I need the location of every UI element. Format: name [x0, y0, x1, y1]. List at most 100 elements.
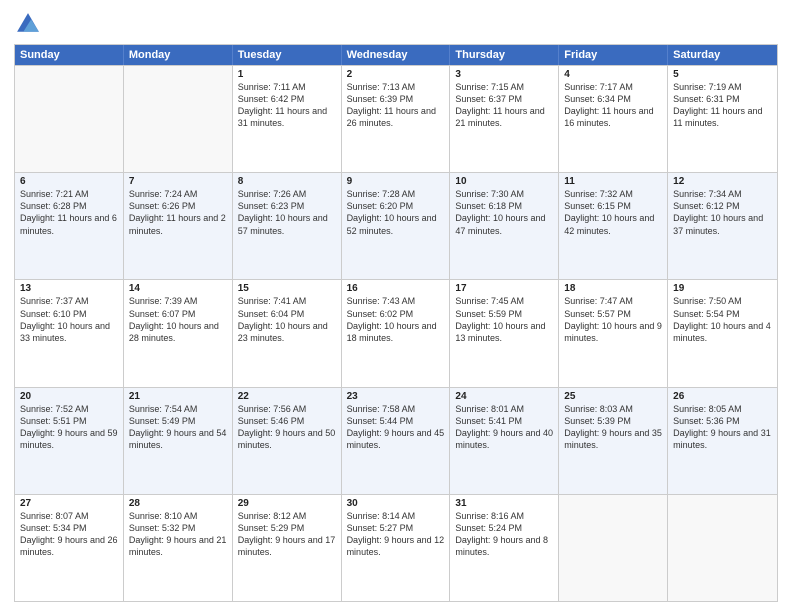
day-number: 26	[673, 391, 772, 402]
day-number: 28	[129, 498, 227, 509]
day-info: Sunrise: 7:58 AMSunset: 5:44 PMDaylight:…	[347, 403, 445, 452]
day-cell-12: 12Sunrise: 7:34 AMSunset: 6:12 PMDayligh…	[668, 173, 777, 279]
header	[14, 10, 778, 38]
day-info: Sunrise: 7:52 AMSunset: 5:51 PMDaylight:…	[20, 403, 118, 452]
day-cell-21: 21Sunrise: 7:54 AMSunset: 5:49 PMDayligh…	[124, 388, 233, 494]
empty-cell	[668, 495, 777, 601]
header-day-tuesday: Tuesday	[233, 45, 342, 65]
day-info: Sunrise: 7:50 AMSunset: 5:54 PMDaylight:…	[673, 295, 772, 344]
calendar-header: SundayMondayTuesdayWednesdayThursdayFrid…	[15, 45, 777, 65]
day-cell-20: 20Sunrise: 7:52 AMSunset: 5:51 PMDayligh…	[15, 388, 124, 494]
day-cell-22: 22Sunrise: 7:56 AMSunset: 5:46 PMDayligh…	[233, 388, 342, 494]
day-cell-29: 29Sunrise: 8:12 AMSunset: 5:29 PMDayligh…	[233, 495, 342, 601]
day-number: 2	[347, 69, 445, 80]
day-info: Sunrise: 8:12 AMSunset: 5:29 PMDaylight:…	[238, 510, 336, 559]
day-number: 13	[20, 283, 118, 294]
day-number: 11	[564, 176, 662, 187]
day-cell-3: 3Sunrise: 7:15 AMSunset: 6:37 PMDaylight…	[450, 66, 559, 172]
day-cell-31: 31Sunrise: 8:16 AMSunset: 5:24 PMDayligh…	[450, 495, 559, 601]
day-info: Sunrise: 7:11 AMSunset: 6:42 PMDaylight:…	[238, 81, 336, 130]
day-number: 6	[20, 176, 118, 187]
day-number: 20	[20, 391, 118, 402]
day-info: Sunrise: 7:47 AMSunset: 5:57 PMDaylight:…	[564, 295, 662, 344]
week-row-4: 20Sunrise: 7:52 AMSunset: 5:51 PMDayligh…	[15, 387, 777, 494]
calendar-body: 1Sunrise: 7:11 AMSunset: 6:42 PMDaylight…	[15, 65, 777, 601]
day-number: 9	[347, 176, 445, 187]
day-info: Sunrise: 7:28 AMSunset: 6:20 PMDaylight:…	[347, 188, 445, 237]
day-number: 5	[673, 69, 772, 80]
week-row-5: 27Sunrise: 8:07 AMSunset: 5:34 PMDayligh…	[15, 494, 777, 601]
day-number: 8	[238, 176, 336, 187]
day-number: 25	[564, 391, 662, 402]
day-info: Sunrise: 7:15 AMSunset: 6:37 PMDaylight:…	[455, 81, 553, 130]
day-cell-27: 27Sunrise: 8:07 AMSunset: 5:34 PMDayligh…	[15, 495, 124, 601]
day-cell-7: 7Sunrise: 7:24 AMSunset: 6:26 PMDaylight…	[124, 173, 233, 279]
day-number: 7	[129, 176, 227, 187]
day-cell-16: 16Sunrise: 7:43 AMSunset: 6:02 PMDayligh…	[342, 280, 451, 386]
day-cell-2: 2Sunrise: 7:13 AMSunset: 6:39 PMDaylight…	[342, 66, 451, 172]
day-info: Sunrise: 7:37 AMSunset: 6:10 PMDaylight:…	[20, 295, 118, 344]
day-number: 17	[455, 283, 553, 294]
header-day-monday: Monday	[124, 45, 233, 65]
empty-cell	[15, 66, 124, 172]
day-cell-30: 30Sunrise: 8:14 AMSunset: 5:27 PMDayligh…	[342, 495, 451, 601]
day-number: 22	[238, 391, 336, 402]
day-number: 31	[455, 498, 553, 509]
day-number: 21	[129, 391, 227, 402]
day-info: Sunrise: 8:16 AMSunset: 5:24 PMDaylight:…	[455, 510, 553, 559]
day-number: 19	[673, 283, 772, 294]
empty-cell	[124, 66, 233, 172]
day-cell-25: 25Sunrise: 8:03 AMSunset: 5:39 PMDayligh…	[559, 388, 668, 494]
day-info: Sunrise: 7:13 AMSunset: 6:39 PMDaylight:…	[347, 81, 445, 130]
day-info: Sunrise: 7:39 AMSunset: 6:07 PMDaylight:…	[129, 295, 227, 344]
header-day-sunday: Sunday	[15, 45, 124, 65]
day-cell-13: 13Sunrise: 7:37 AMSunset: 6:10 PMDayligh…	[15, 280, 124, 386]
day-info: Sunrise: 7:21 AMSunset: 6:28 PMDaylight:…	[20, 188, 118, 237]
week-row-2: 6Sunrise: 7:21 AMSunset: 6:28 PMDaylight…	[15, 172, 777, 279]
header-day-wednesday: Wednesday	[342, 45, 451, 65]
day-info: Sunrise: 8:10 AMSunset: 5:32 PMDaylight:…	[129, 510, 227, 559]
day-number: 10	[455, 176, 553, 187]
day-info: Sunrise: 7:41 AMSunset: 6:04 PMDaylight:…	[238, 295, 336, 344]
day-info: Sunrise: 7:56 AMSunset: 5:46 PMDaylight:…	[238, 403, 336, 452]
day-number: 23	[347, 391, 445, 402]
header-day-friday: Friday	[559, 45, 668, 65]
day-info: Sunrise: 7:43 AMSunset: 6:02 PMDaylight:…	[347, 295, 445, 344]
day-cell-28: 28Sunrise: 8:10 AMSunset: 5:32 PMDayligh…	[124, 495, 233, 601]
day-cell-5: 5Sunrise: 7:19 AMSunset: 6:31 PMDaylight…	[668, 66, 777, 172]
day-cell-6: 6Sunrise: 7:21 AMSunset: 6:28 PMDaylight…	[15, 173, 124, 279]
day-number: 29	[238, 498, 336, 509]
day-info: Sunrise: 8:05 AMSunset: 5:36 PMDaylight:…	[673, 403, 772, 452]
day-cell-14: 14Sunrise: 7:39 AMSunset: 6:07 PMDayligh…	[124, 280, 233, 386]
day-cell-1: 1Sunrise: 7:11 AMSunset: 6:42 PMDaylight…	[233, 66, 342, 172]
day-info: Sunrise: 7:17 AMSunset: 6:34 PMDaylight:…	[564, 81, 662, 130]
day-number: 16	[347, 283, 445, 294]
day-cell-19: 19Sunrise: 7:50 AMSunset: 5:54 PMDayligh…	[668, 280, 777, 386]
day-cell-8: 8Sunrise: 7:26 AMSunset: 6:23 PMDaylight…	[233, 173, 342, 279]
day-cell-26: 26Sunrise: 8:05 AMSunset: 5:36 PMDayligh…	[668, 388, 777, 494]
day-cell-18: 18Sunrise: 7:47 AMSunset: 5:57 PMDayligh…	[559, 280, 668, 386]
day-cell-15: 15Sunrise: 7:41 AMSunset: 6:04 PMDayligh…	[233, 280, 342, 386]
day-cell-11: 11Sunrise: 7:32 AMSunset: 6:15 PMDayligh…	[559, 173, 668, 279]
day-number: 4	[564, 69, 662, 80]
day-cell-10: 10Sunrise: 7:30 AMSunset: 6:18 PMDayligh…	[450, 173, 559, 279]
day-info: Sunrise: 7:54 AMSunset: 5:49 PMDaylight:…	[129, 403, 227, 452]
day-cell-4: 4Sunrise: 7:17 AMSunset: 6:34 PMDaylight…	[559, 66, 668, 172]
day-number: 18	[564, 283, 662, 294]
day-number: 14	[129, 283, 227, 294]
day-cell-23: 23Sunrise: 7:58 AMSunset: 5:44 PMDayligh…	[342, 388, 451, 494]
day-info: Sunrise: 7:45 AMSunset: 5:59 PMDaylight:…	[455, 295, 553, 344]
day-cell-17: 17Sunrise: 7:45 AMSunset: 5:59 PMDayligh…	[450, 280, 559, 386]
day-info: Sunrise: 7:19 AMSunset: 6:31 PMDaylight:…	[673, 81, 772, 130]
day-number: 12	[673, 176, 772, 187]
day-info: Sunrise: 8:07 AMSunset: 5:34 PMDaylight:…	[20, 510, 118, 559]
header-day-thursday: Thursday	[450, 45, 559, 65]
week-row-3: 13Sunrise: 7:37 AMSunset: 6:10 PMDayligh…	[15, 279, 777, 386]
day-number: 15	[238, 283, 336, 294]
day-info: Sunrise: 7:24 AMSunset: 6:26 PMDaylight:…	[129, 188, 227, 237]
day-info: Sunrise: 7:26 AMSunset: 6:23 PMDaylight:…	[238, 188, 336, 237]
day-info: Sunrise: 7:30 AMSunset: 6:18 PMDaylight:…	[455, 188, 553, 237]
day-number: 1	[238, 69, 336, 80]
day-info: Sunrise: 8:14 AMSunset: 5:27 PMDaylight:…	[347, 510, 445, 559]
day-number: 24	[455, 391, 553, 402]
